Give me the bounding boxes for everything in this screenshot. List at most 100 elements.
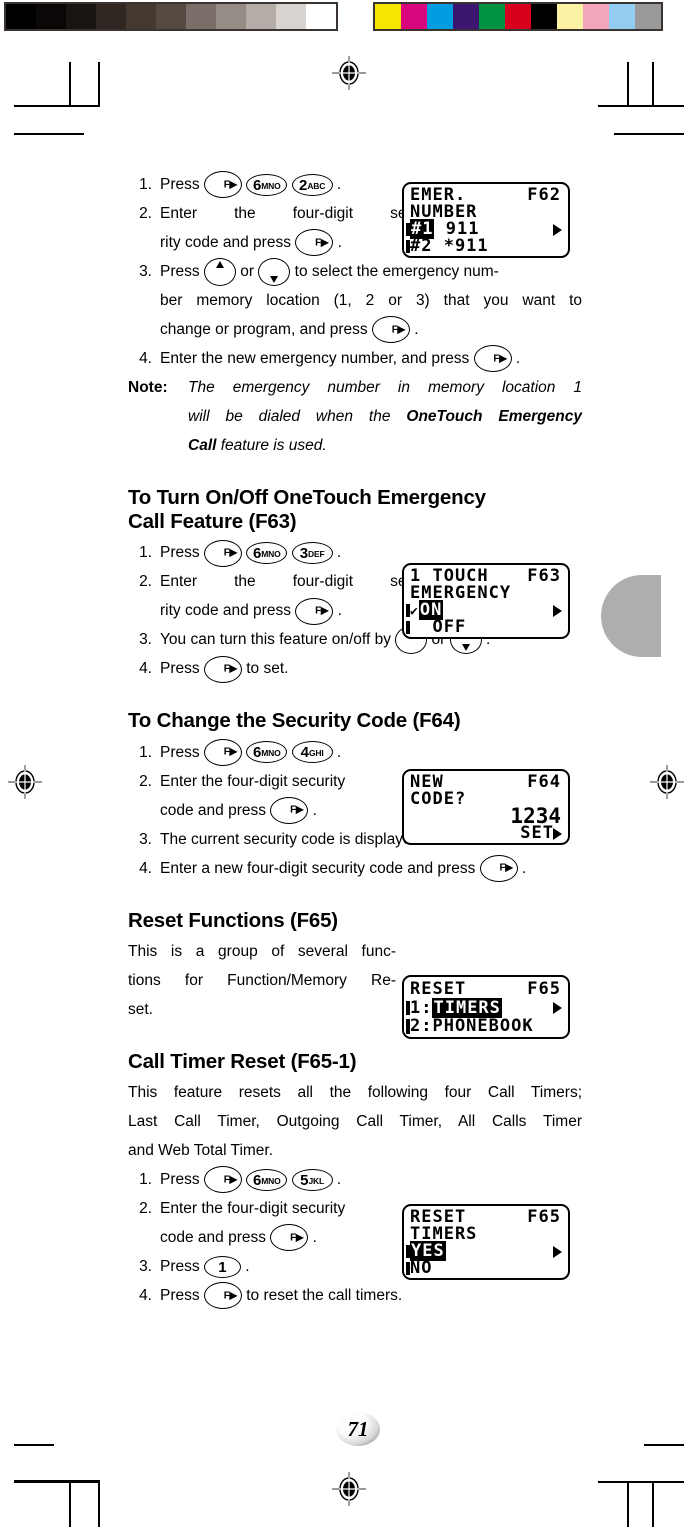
function-key-icon[interactable]: F▶ bbox=[479, 854, 518, 882]
step-item: 1. Press F▶ 6MNO 4GHI . bbox=[128, 738, 582, 767]
step-text-cont: code and press F▶ . bbox=[160, 1224, 317, 1252]
paragraph-reset-functions: This is a group of several func- tions f… bbox=[128, 937, 396, 1024]
lcd-scroll-indicator bbox=[406, 1262, 410, 1275]
lcd-caret-icon bbox=[553, 1001, 562, 1014]
lcd-row-right: F62 bbox=[527, 185, 561, 205]
registration-mark-right bbox=[650, 765, 684, 799]
function-key-icon[interactable]: F▶ bbox=[203, 171, 242, 199]
up-arrow-key-icon[interactable] bbox=[203, 257, 236, 286]
paragraph-line: This is a group of several func- bbox=[128, 942, 396, 960]
step-text: Enter the four-digit secu- bbox=[160, 573, 428, 591]
step-item: 4. Press F▶ to reset the call timers. bbox=[128, 1281, 582, 1310]
step-text-cont: code and press F▶ . bbox=[160, 796, 317, 824]
paragraph-line: This feature resets all the following fo… bbox=[128, 1083, 582, 1101]
gray-swatch-10 bbox=[306, 4, 336, 29]
step-text: Enter the four-digit security bbox=[160, 772, 346, 790]
section-thumb-tab bbox=[601, 575, 661, 657]
function-key-icon[interactable]: F▶ bbox=[295, 229, 334, 257]
lcd-scroll-indicator bbox=[406, 621, 410, 634]
step-text-cont: rity code and press F▶ . bbox=[160, 229, 342, 257]
color-swatch-6 bbox=[531, 4, 557, 29]
registration-mark-bottom bbox=[332, 1472, 366, 1506]
step-text: Press F▶ 6MNO 4GHI . bbox=[160, 738, 341, 766]
paragraph-line: tions for Function/Memory Re- bbox=[128, 971, 396, 989]
step-item: 1. Press F▶ 6MNO 5JKL . bbox=[128, 1165, 582, 1194]
color-swatch-7 bbox=[557, 4, 583, 29]
key-4-ghi-icon[interactable]: 4GHI bbox=[291, 741, 333, 764]
crop-mark-tl-v2 bbox=[69, 62, 71, 107]
step-text: Press or to select the emergency num- bbox=[160, 257, 499, 286]
key-6-mno-icon[interactable]: 6MNO bbox=[246, 741, 288, 764]
gray-swatch-5 bbox=[156, 4, 186, 29]
step-text: Enter the four-digit secu- bbox=[160, 205, 428, 222]
step-number: 1. bbox=[139, 176, 152, 193]
function-key-icon[interactable]: F▶ bbox=[203, 1166, 242, 1194]
key-6-mno-icon[interactable]: 6MNO bbox=[246, 173, 288, 196]
color-swatch-2 bbox=[427, 4, 453, 29]
crop-mark-bl-v2 bbox=[69, 1481, 71, 1527]
step-text: Press F▶ to reset the call timers. bbox=[160, 1282, 402, 1310]
function-key-icon[interactable]: F▶ bbox=[203, 1282, 242, 1310]
note-label: Note: bbox=[128, 379, 168, 396]
gray-swatch-6 bbox=[186, 4, 216, 29]
function-key-icon[interactable]: F▶ bbox=[371, 316, 410, 344]
lcd-row: NO bbox=[404, 1260, 568, 1277]
key-2-abc-icon[interactable]: 2ABC bbox=[291, 173, 333, 196]
heading-line-1: Call Timer Reset (F65-1) bbox=[128, 1049, 357, 1073]
registration-mark-left bbox=[8, 765, 42, 799]
step-item: 2. Enter the four-digit security code an… bbox=[128, 1194, 428, 1252]
step-number: 1. bbox=[139, 743, 152, 761]
note-line-2: will be dialed when the OneTouch Emergen… bbox=[188, 402, 582, 431]
note-line3-post: feature is used. bbox=[216, 437, 327, 454]
function-key-icon[interactable]: F▶ bbox=[473, 345, 512, 373]
paragraph-line: set. bbox=[128, 1000, 153, 1018]
step-item: 2. Enter the four-digit security code an… bbox=[128, 767, 428, 825]
note-line2-pre: will be dialed when the bbox=[188, 408, 407, 425]
lcd-row-right: F63 bbox=[527, 566, 561, 586]
step-number: 3. bbox=[139, 1257, 152, 1275]
key-1-icon[interactable]: 1 bbox=[203, 1255, 241, 1278]
lcd-row-right: SET bbox=[520, 823, 554, 843]
crop-mark-tr-h2 bbox=[614, 133, 684, 135]
crop-mark-br-v2 bbox=[627, 1481, 629, 1527]
key-6-mno-icon[interactable]: 6MNO bbox=[246, 542, 288, 565]
color-swatch-1 bbox=[401, 4, 427, 29]
function-key-icon[interactable]: F▶ bbox=[270, 796, 309, 824]
step-text-line2: ber memory location (1, 2 or 3) that you… bbox=[160, 292, 582, 309]
step-text: Enter the four-digit security bbox=[160, 1199, 346, 1217]
step-number: 4. bbox=[139, 350, 152, 367]
lcd-caret-icon bbox=[553, 1245, 562, 1258]
step-text: Press F▶ 6MNO 3DEF . bbox=[160, 539, 341, 567]
step-number: 4. bbox=[139, 1286, 152, 1304]
gray-swatch-4 bbox=[126, 4, 156, 29]
lcd-scroll-indicator bbox=[406, 1245, 410, 1258]
lcd-row-right: F64 bbox=[527, 772, 561, 792]
step-item: 3. Press or to select the emergency num-… bbox=[128, 257, 582, 344]
step-item: 4. Press F▶ to set. bbox=[128, 654, 582, 683]
lcd-scroll-indicator bbox=[406, 240, 410, 253]
function-key-icon[interactable]: F▶ bbox=[270, 1224, 309, 1252]
key-3-def-icon[interactable]: 3DEF bbox=[291, 542, 333, 565]
down-arrow-key-icon[interactable] bbox=[258, 257, 291, 286]
gray-swatch-3 bbox=[96, 4, 126, 29]
key-6-mno-icon[interactable]: 6MNO bbox=[246, 1168, 288, 1191]
key-5-jkl-icon[interactable]: 5JKL bbox=[291, 1168, 333, 1191]
note-line3-bold: Call bbox=[188, 437, 217, 454]
color-swatch-10 bbox=[635, 4, 661, 29]
step-item: 4. Enter a new four-digit security code … bbox=[128, 854, 582, 883]
grayscale-calibration-bar bbox=[4, 2, 338, 31]
step-item: 4. Enter the new emergency number, and p… bbox=[128, 344, 582, 373]
gray-swatch-8 bbox=[246, 4, 276, 29]
step-number: 1. bbox=[139, 1170, 152, 1188]
heading-line-1: To Change the Security Code (F64) bbox=[128, 709, 461, 733]
lcd-row: OFF bbox=[404, 619, 568, 636]
heading-line-2: Call Feature (F63) bbox=[128, 510, 297, 534]
function-key-icon[interactable]: F▶ bbox=[295, 597, 334, 625]
function-key-icon[interactable]: F▶ bbox=[203, 539, 242, 567]
function-key-icon[interactable]: F▶ bbox=[203, 738, 242, 766]
function-key-icon[interactable]: F▶ bbox=[203, 655, 242, 683]
lcd-row: SET bbox=[404, 825, 568, 842]
color-swatch-8 bbox=[583, 4, 609, 29]
note-line2-bold: OneTouch Emergency bbox=[406, 408, 582, 425]
step-number: 2. bbox=[139, 205, 152, 222]
